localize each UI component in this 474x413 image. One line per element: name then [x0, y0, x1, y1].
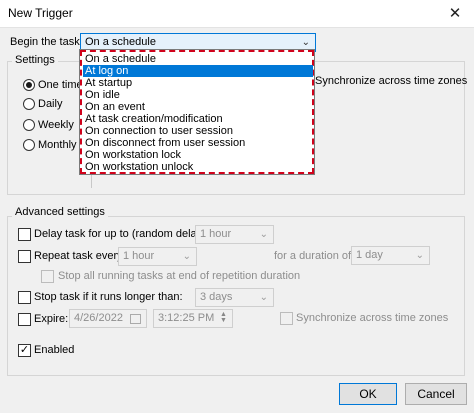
chevron-down-icon: ⌄: [415, 250, 424, 261]
delay-checkbox[interactable]: [18, 228, 31, 241]
stop-longer-value: 3 days: [200, 291, 233, 303]
option-on-an-event[interactable]: On an event: [83, 101, 313, 113]
settings-group-label: Settings: [12, 54, 58, 66]
expire-time-value: 3:12:25 PM: [158, 312, 215, 324]
enabled-label: Enabled: [34, 344, 75, 356]
stop-running-label: Stop all running tasks at end of repetit…: [58, 270, 301, 282]
begin-task-label: Begin the task:: [10, 36, 83, 48]
repeat-value: 1 hour: [123, 250, 155, 262]
close-icon[interactable]: ✕: [440, 3, 470, 24]
expire-sync-label: Synchronize across time zones: [296, 312, 449, 324]
stop-longer-combobox[interactable]: 3 days ⌄: [195, 288, 274, 307]
option-on-idle[interactable]: On idle: [83, 89, 313, 101]
radio-one-time-label: One time: [38, 79, 83, 91]
chevron-down-icon: ⌄: [259, 229, 268, 240]
expire-date-picker[interactable]: 4/26/2022: [69, 309, 147, 328]
spin-arrows-icon: ▲ ▼: [220, 311, 227, 324]
option-at-task-creation[interactable]: At task creation/modification: [83, 113, 313, 125]
option-on-a-schedule[interactable]: On a schedule: [83, 53, 313, 65]
delay-label: Delay task for up to (random delay):: [34, 228, 209, 240]
calendar-icon: [130, 314, 141, 324]
radio-daily-label: Daily: [38, 98, 63, 110]
chevron-down-icon: ⌄: [259, 292, 268, 303]
expire-label: Expire:: [34, 313, 69, 325]
option-on-workstation-lock[interactable]: On workstation lock: [83, 149, 313, 161]
option-at-log-on[interactable]: At log on: [83, 65, 313, 77]
duration-combobox[interactable]: 1 day ⌄: [351, 246, 430, 265]
duration-label: for a duration of:: [274, 250, 355, 262]
duration-value: 1 day: [356, 249, 383, 261]
expire-time-picker[interactable]: 3:12:25 PM ▲ ▼: [153, 309, 233, 328]
radio-monthly-label: Monthly: [38, 139, 77, 151]
repeat-combobox[interactable]: 1 hour ⌄: [118, 247, 197, 266]
radio-daily[interactable]: [23, 98, 35, 110]
stop-longer-label: Stop task if it runs longer than:: [34, 291, 183, 303]
option-at-startup[interactable]: At startup: [83, 77, 313, 89]
begin-task-dropdown-list: On a schedule At log on At startup On id…: [79, 49, 315, 175]
chevron-down-icon: ⌄: [182, 251, 191, 262]
stop-running-checkbox[interactable]: [41, 270, 54, 283]
window-title: New Trigger: [8, 6, 73, 20]
cancel-button[interactable]: Cancel: [405, 383, 467, 405]
option-on-disconnect[interactable]: On disconnect from user session: [83, 137, 313, 149]
expire-checkbox[interactable]: [18, 313, 31, 326]
option-on-workstation-unlock[interactable]: On workstation unlock: [83, 161, 313, 173]
delay-combobox[interactable]: 1 hour ⌄: [195, 225, 274, 244]
chevron-down-icon: ⌄: [301, 37, 310, 48]
option-on-connection[interactable]: On connection to user session: [83, 125, 313, 137]
begin-task-value: On a schedule: [85, 36, 156, 48]
radio-weekly-label: Weekly: [38, 119, 74, 131]
repeat-label: Repeat task every:: [34, 250, 126, 262]
repeat-checkbox[interactable]: [18, 250, 31, 263]
radio-one-time[interactable]: [23, 79, 35, 91]
ok-button[interactable]: OK: [339, 383, 397, 405]
enabled-checkbox[interactable]: ✓: [18, 344, 31, 357]
radio-monthly[interactable]: [23, 139, 35, 151]
delay-value: 1 hour: [200, 228, 232, 240]
expire-date-value: 4/26/2022: [74, 312, 123, 324]
stop-longer-checkbox[interactable]: [18, 291, 31, 304]
radio-weekly[interactable]: [23, 119, 35, 131]
expire-sync-checkbox[interactable]: [280, 312, 293, 325]
advanced-settings-label: Advanced settings: [12, 206, 108, 218]
sync-timezones-label: Synchronize across time zones: [315, 75, 468, 87]
